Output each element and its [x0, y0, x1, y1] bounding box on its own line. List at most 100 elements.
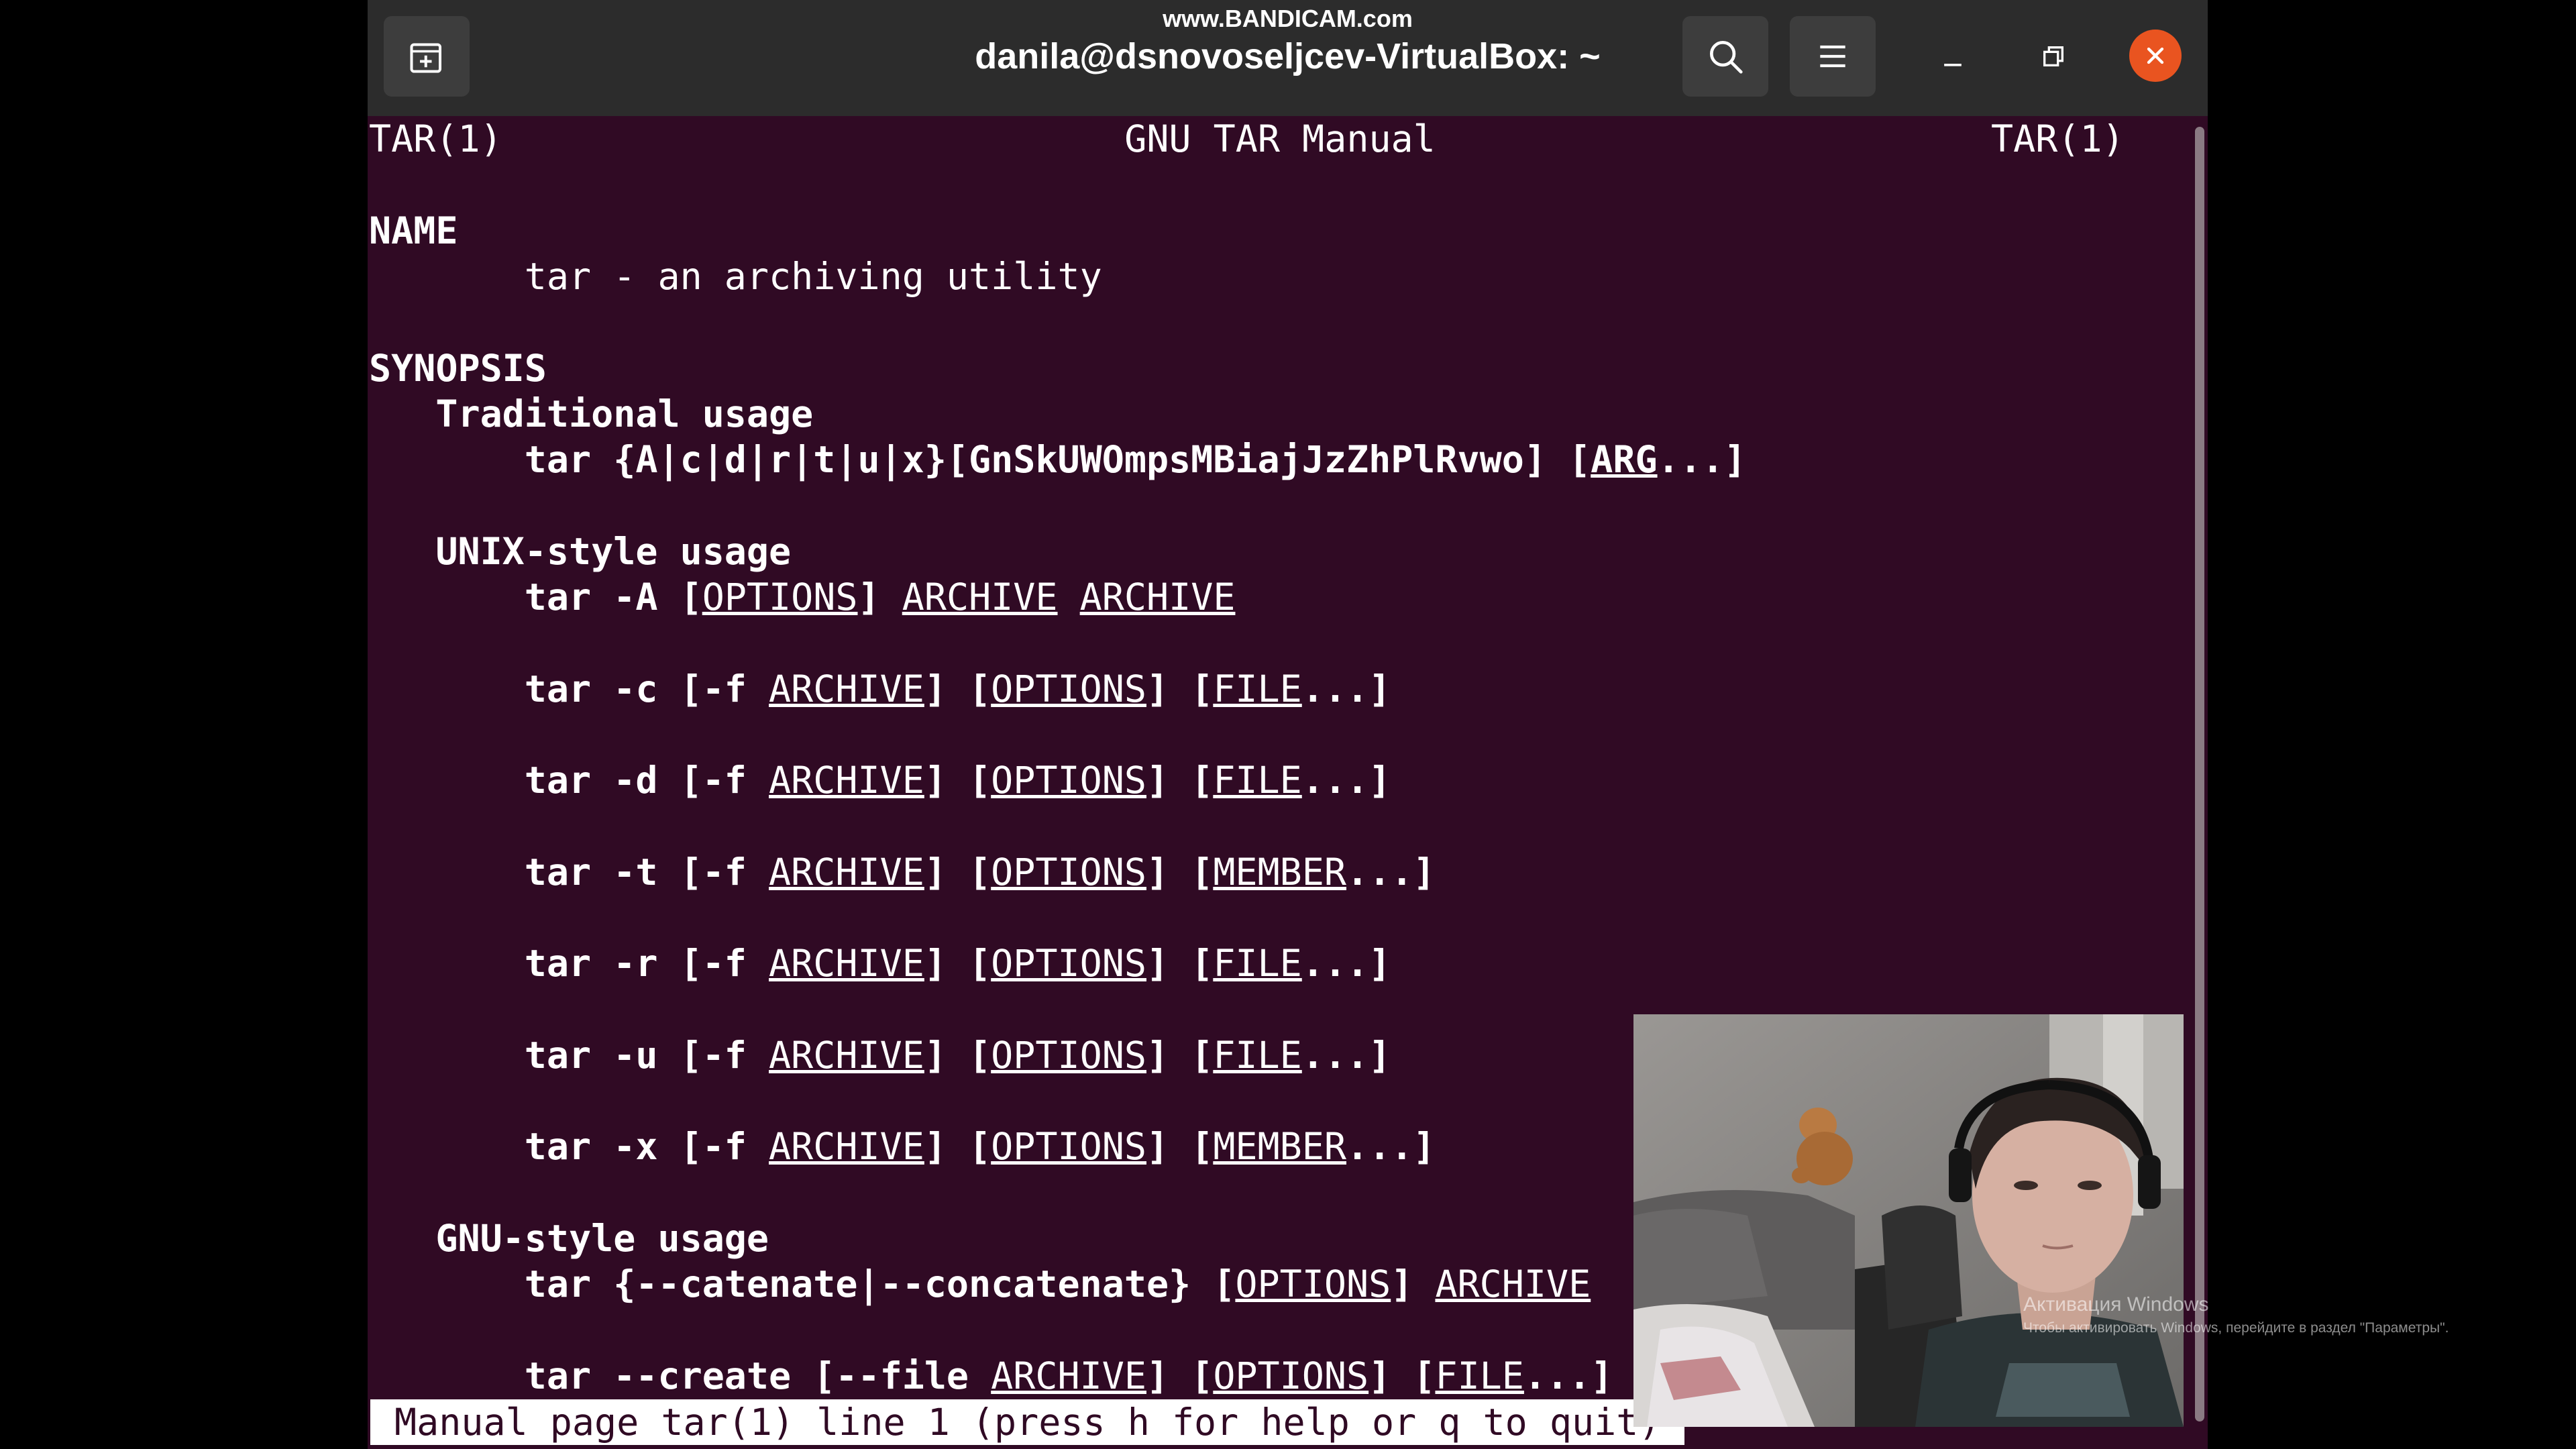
minimize-button[interactable]	[1913, 16, 1993, 97]
man-argument: OPTIONS	[1213, 1354, 1369, 1397]
man-text: tar --create [--file	[369, 1354, 991, 1397]
man-text: ] [	[924, 942, 991, 985]
man-text: UNIX-style usage	[369, 530, 792, 573]
webcam-image	[1633, 1014, 2184, 1427]
man-argument: OPTIONS	[991, 667, 1146, 710]
synopsis-unix-x: tar -x [-f ARCHIVE] [OPTIONS] [MEMBER...…	[369, 1124, 1436, 1169]
scrollbar-track[interactable]	[2192, 116, 2208, 1449]
man-argument: ARCHIVE	[769, 667, 924, 710]
close-button[interactable]	[2129, 30, 2182, 82]
man-text: ] [	[1368, 1354, 1436, 1397]
man-text: ...]	[1523, 1354, 1613, 1397]
man-text: tar -r [-f	[369, 942, 769, 985]
subheading-gnu-style-usage: GNU-style usage	[369, 1216, 769, 1261]
man-text: ] [	[1146, 759, 1214, 802]
man-argument: FILE	[1213, 759, 1302, 802]
man-argument: MEMBER	[1213, 1125, 1346, 1168]
man-text: tar {A|c|d|r|t|u|x}[GnSkUWOmpsMBiajJzZhP…	[369, 438, 1591, 481]
man-text: ] [	[1146, 942, 1214, 985]
man-argument: OPTIONS	[991, 942, 1146, 985]
man-argument: OPTIONS	[702, 576, 858, 619]
man-argument: OPTIONS	[991, 1034, 1146, 1077]
man-text: ] [	[924, 1125, 991, 1168]
new-tab-button[interactable]	[384, 16, 470, 97]
minimize-icon	[1944, 64, 1962, 66]
man-header-right: TAR(1)	[1991, 117, 2125, 160]
scrollbar-thumb[interactable]	[2195, 127, 2204, 1421]
webcam-overlay	[1633, 1014, 2184, 1427]
activation-watermark-title: Активация Windows	[2023, 1293, 2209, 1316]
man-text: Traditional usage	[369, 392, 814, 435]
man-text: ...]	[1657, 438, 1747, 481]
section-heading-synopsis: SYNOPSIS	[369, 345, 547, 391]
synopsis-unix-u: tar -u [-f ARCHIVE] [OPTIONS] [FILE...]	[369, 1032, 1391, 1078]
synopsis-unix-r: tar -r [-f ARCHIVE] [OPTIONS] [FILE...]	[369, 941, 1391, 986]
new-tab-icon	[410, 43, 441, 73]
man-text: ] [	[1146, 667, 1214, 710]
man-text: ] [	[1146, 1354, 1214, 1397]
restore-icon	[2043, 46, 2063, 67]
man-argument: FILE	[1213, 1034, 1302, 1077]
man-text: GNU-style usage	[369, 1217, 769, 1260]
restore-button[interactable]	[2013, 16, 2094, 97]
search-button[interactable]	[1682, 16, 1768, 97]
search-icon	[1710, 41, 1743, 74]
close-icon	[2147, 47, 2164, 64]
menu-button[interactable]	[1790, 16, 1876, 97]
man-text: tar -t [-f	[369, 851, 769, 894]
man-text: ...]	[1301, 942, 1391, 985]
man-text: ...]	[1301, 759, 1391, 802]
man-text: ] [	[924, 1034, 991, 1077]
synopsis-traditional: tar {A|c|d|r|t|u|x}[GnSkUWOmpsMBiajJzZhP…	[369, 437, 1746, 482]
name-description: tar - an archiving utility	[369, 254, 1102, 299]
man-text: ]	[1391, 1263, 1436, 1305]
man-argument: ARCHIVE	[902, 576, 1058, 619]
man-argument: ARCHIVE	[769, 1125, 924, 1168]
man-argument: OPTIONS	[991, 851, 1146, 894]
man-text: ] [	[1146, 851, 1214, 894]
man-argument: OPTIONS	[991, 1125, 1146, 1168]
man-text: ] [	[924, 667, 991, 710]
section-heading-name: NAME	[369, 208, 458, 254]
subheading-traditional-usage: Traditional usage	[369, 391, 813, 437]
man-argument: ARCHIVE	[769, 942, 924, 985]
man-text: SYNOPSIS	[369, 347, 547, 390]
man-text: ] [	[1146, 1125, 1214, 1168]
man-argument: OPTIONS	[991, 759, 1146, 802]
synopsis-unix-t: tar -t [-f ARCHIVE] [OPTIONS] [MEMBER...…	[369, 849, 1436, 895]
man-text: tar -x [-f	[369, 1125, 769, 1168]
synopsis-gnu-create: tar --create [--file ARCHIVE] [OPTIONS] …	[369, 1353, 1613, 1399]
synopsis-gnu-catenate: tar {--catenate|--concatenate} [OPTIONS]…	[369, 1261, 1591, 1307]
man-text: tar -d [-f	[369, 759, 769, 802]
man-text: ] [	[1146, 1034, 1214, 1077]
man-text: tar {--catenate|--concatenate} [	[369, 1263, 1236, 1305]
subheading-unix-style-usage: UNIX-style usage	[369, 529, 791, 574]
man-argument: FILE	[1213, 942, 1302, 985]
man-text: ]	[857, 576, 902, 619]
man-text: ] [	[924, 759, 991, 802]
man-text: tar -u [-f	[369, 1034, 769, 1077]
man-argument: ARCHIVE	[1435, 1263, 1591, 1305]
man-argument: OPTIONS	[1235, 1263, 1391, 1305]
man-argument: ARCHIVE	[1079, 576, 1236, 619]
man-text: NAME	[369, 209, 458, 252]
man-argument: MEMBER	[1213, 851, 1346, 894]
synopsis-unix-c: tar -c [-f ARCHIVE] [OPTIONS] [FILE...]	[369, 666, 1391, 712]
pager-status-line: Manual page tar(1) line 1 (press h for h…	[370, 1399, 1685, 1445]
synopsis-unix-d: tar -d [-f ARCHIVE] [OPTIONS] [FILE...]	[369, 757, 1391, 803]
man-argument: ARG	[1591, 438, 1658, 481]
man-argument: ARCHIVE	[769, 1034, 924, 1077]
title-bar[interactable]: www.BANDICAM.com danila@dsnovoseljcev-Vi…	[368, 0, 2208, 116]
man-argument: ARCHIVE	[769, 759, 924, 802]
activation-watermark-text: Чтобы активировать Windows, перейдите в …	[2023, 1320, 2449, 1336]
man-argument: FILE	[1435, 1354, 1524, 1397]
man-text: ...]	[1301, 1034, 1391, 1077]
man-argument: FILE	[1213, 667, 1302, 710]
hamburger-menu-icon	[1820, 45, 1845, 68]
man-argument: ARCHIVE	[769, 851, 924, 894]
synopsis-unix-A: tar -A [OPTIONS] ARCHIVE ARCHIVE	[369, 574, 1236, 620]
man-text: ...]	[1346, 1125, 1436, 1168]
man-text: ...]	[1301, 667, 1391, 710]
man-text: ...]	[1346, 851, 1436, 894]
man-argument: ARCHIVE	[991, 1354, 1146, 1397]
